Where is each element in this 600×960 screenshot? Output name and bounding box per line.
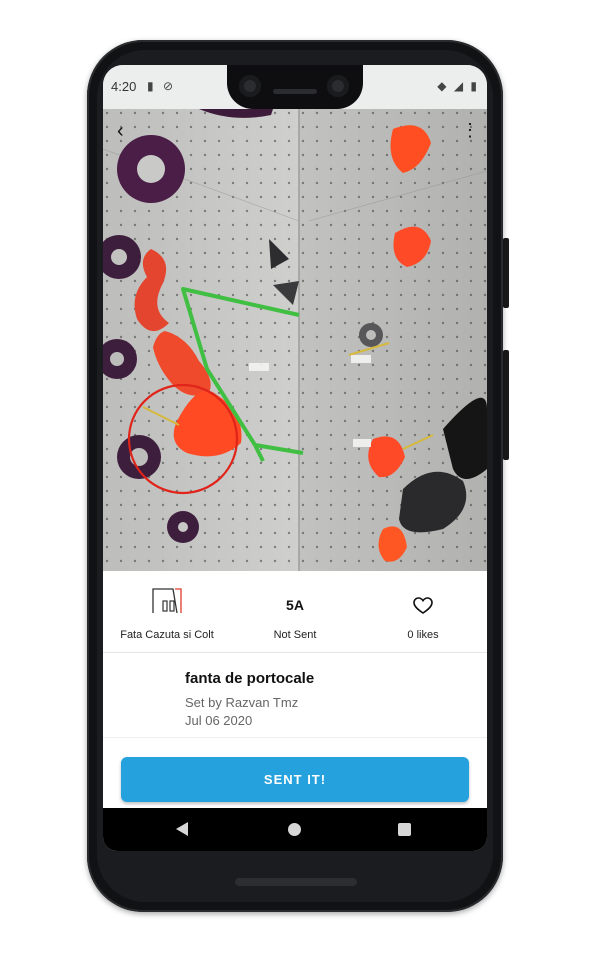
- route-setter: Set by Razvan Tmz: [185, 695, 299, 710]
- likes-info[interactable]: 0 likes: [359, 571, 487, 653]
- sync-icon: ⊘: [162, 79, 174, 93]
- more-vertical-icon[interactable]: ⋮: [461, 121, 479, 141]
- route-name: fanta de portocale: [185, 670, 315, 687]
- wifi-icon: ◆: [437, 79, 447, 93]
- front-camera-left: [239, 75, 261, 97]
- route-date: Jul 06 2020: [185, 713, 253, 728]
- side-power-button: [503, 238, 509, 308]
- status-right-icons: ◆ ◢ ▮: [437, 79, 477, 93]
- earpiece: [273, 89, 317, 94]
- route-details: fanta de portocale Set by Razvan Tmz Jul…: [103, 654, 487, 738]
- back-arrow-icon[interactable]: ‹: [117, 121, 137, 141]
- grade-info: 5A Not Sent: [231, 571, 359, 653]
- back-triangle-icon[interactable]: [176, 822, 188, 836]
- route-photo[interactable]: ‹ ⋮: [103, 109, 487, 571]
- route-grade: 5A: [286, 597, 304, 613]
- wall-label: Fata Cazuta si Colt: [120, 629, 214, 641]
- battery-icon: ▮: [470, 79, 477, 93]
- front-camera-right: [327, 75, 349, 97]
- recents-square-icon[interactable]: [398, 823, 411, 836]
- sent-it-button[interactable]: SENT IT!: [121, 757, 469, 802]
- heart-icon[interactable]: [413, 597, 433, 615]
- wall-info: Fata Cazuta si Colt: [103, 571, 231, 653]
- android-nav-bar: [103, 808, 487, 851]
- side-volume-button: [503, 350, 509, 460]
- climbing-wall-image: [103, 109, 487, 571]
- bottom-speaker: [235, 878, 357, 886]
- send-status: Not Sent: [273, 629, 317, 641]
- camera-notch: [227, 65, 363, 109]
- wall-icon: [152, 588, 182, 614]
- home-circle-icon[interactable]: [288, 823, 301, 836]
- sd-card-icon: ▮: [147, 79, 154, 93]
- likes-count: 0 likes: [407, 629, 439, 641]
- signal-icon: ◢: [453, 79, 464, 93]
- app-screen: 4:20 ▮ ⊘ ◆ ◢ ▮ ‹ ⋮ Fata Cazuta si Colt 5…: [103, 65, 487, 851]
- status-time: 4:20: [111, 79, 137, 94]
- route-info-row: Fata Cazuta si Colt 5A Not Sent 0 likes: [103, 571, 487, 653]
- status-left-icons: ▮ ⊘: [147, 79, 173, 93]
